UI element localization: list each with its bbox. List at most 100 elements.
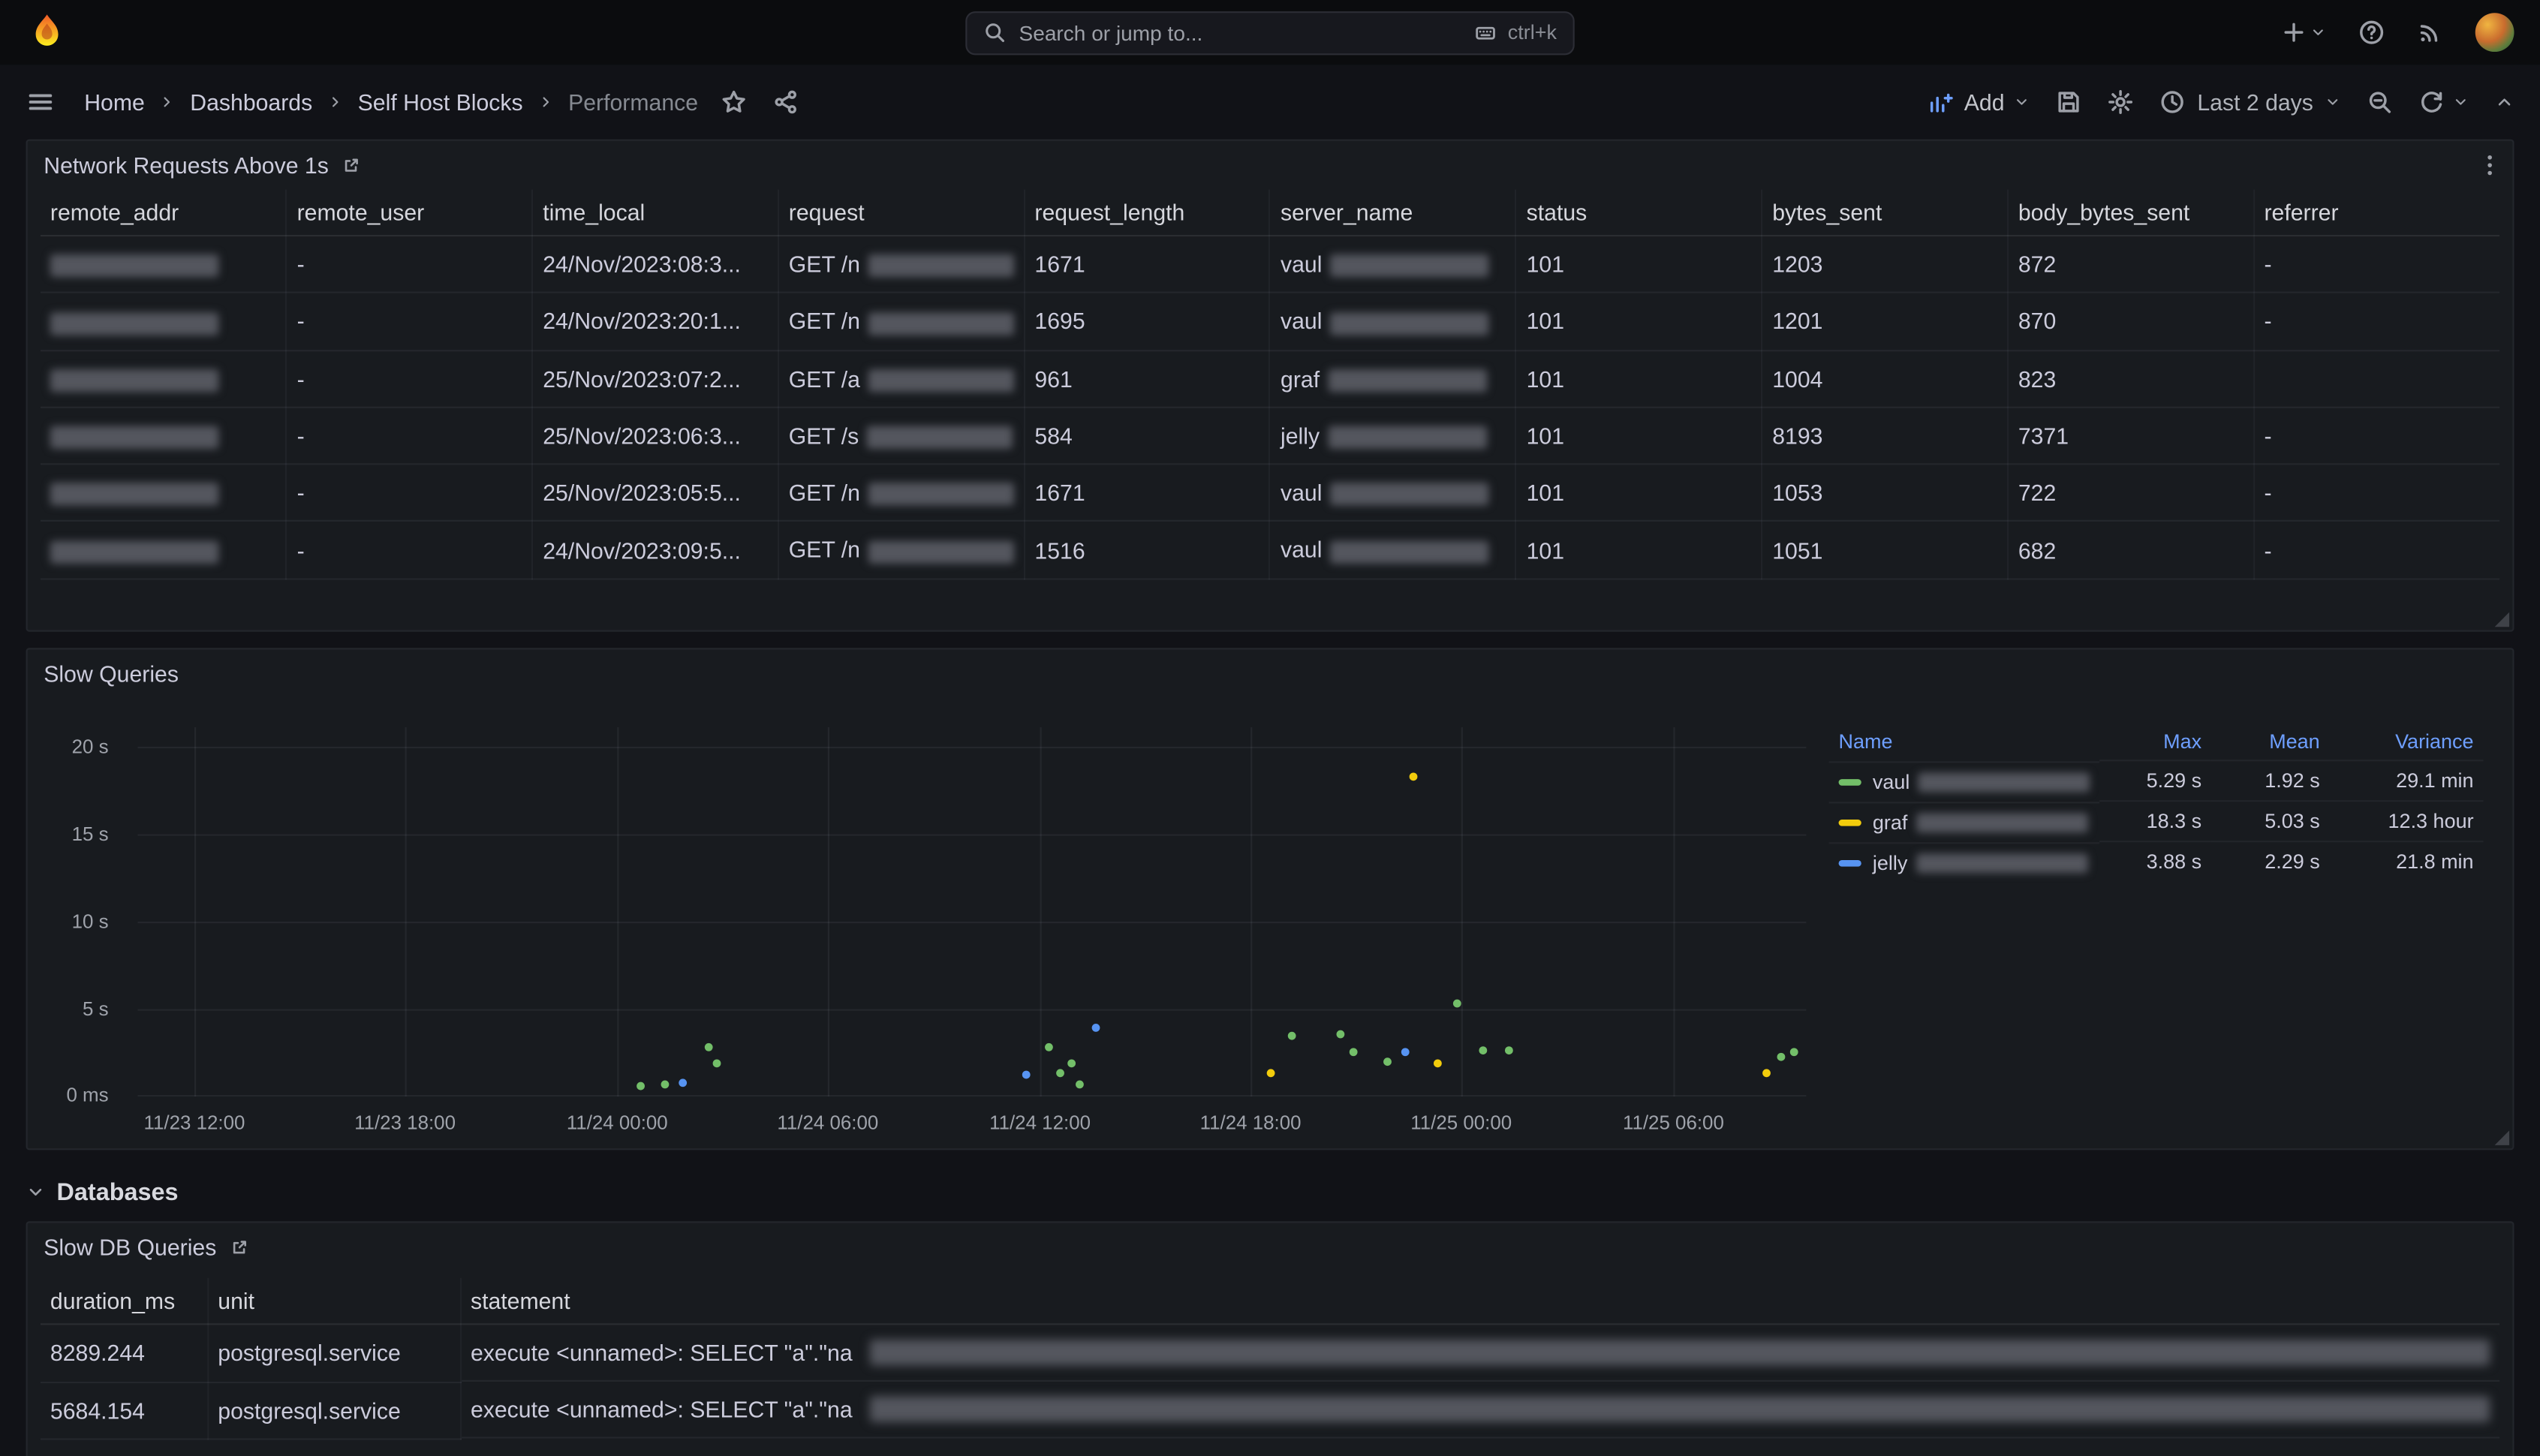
column-header-request_length[interactable]: request_length	[1024, 190, 1270, 236]
legend-header-variance[interactable]: Variance	[2330, 724, 2484, 761]
grafana-logo-icon[interactable]	[26, 11, 68, 53]
cell-bytes-sent: 8193	[1762, 408, 2008, 465]
cell-body-bytes-sent: 872	[2008, 236, 2254, 293]
breadcrumb-self-host-blocks[interactable]: Self Host Blocks	[358, 89, 523, 116]
cell-referrer: -	[2253, 236, 2499, 293]
scatter-point	[1410, 772, 1419, 781]
cell-remote-addr	[41, 465, 287, 522]
scatter-point	[1266, 1069, 1275, 1078]
cell-time-local: 25/Nov/2023:05:5...	[532, 465, 778, 522]
chevron-right-icon	[537, 94, 554, 110]
gridline	[1461, 727, 1463, 1097]
gridline	[405, 727, 407, 1097]
cell-request-length: 1695	[1024, 293, 1270, 350]
redacted-value	[1330, 540, 1489, 563]
share-icon	[772, 89, 799, 116]
column-header-bytes_sent[interactable]: bytes_sent	[1762, 190, 2008, 236]
news-button[interactable]	[2417, 20, 2443, 46]
column-header-request[interactable]: request	[778, 190, 1025, 236]
gridline	[137, 1009, 1806, 1011]
table-row: 8289.244postgresql.serviceexecute <unnam…	[41, 1324, 2499, 1382]
mega-menu-toggle[interactable]	[26, 88, 56, 117]
column-header-unit[interactable]: unit	[207, 1278, 460, 1325]
refresh-interval-button[interactable]	[2453, 94, 2469, 110]
zoom-out-icon	[2367, 89, 2393, 116]
cell-request: GET /s	[778, 408, 1025, 465]
scatter-point	[1453, 999, 1461, 1007]
breadcrumb-dashboards[interactable]: Dashboards	[190, 89, 312, 116]
y-axis-label: 20 s	[72, 736, 109, 758]
cell-remote-user: -	[287, 408, 533, 465]
legend-variance: 12.3 hour	[2330, 801, 2484, 841]
panel-title[interactable]: Slow Queries	[44, 661, 179, 687]
cell-referrer: -	[2253, 522, 2499, 579]
y-axis-label: 5 s	[83, 997, 109, 1020]
legend-header-max[interactable]: Max	[2099, 724, 2211, 761]
external-link-icon[interactable]	[342, 155, 361, 175]
redacted-value	[50, 369, 218, 392]
row-title: Databases	[57, 1178, 179, 1206]
add-panel-button[interactable]: Add	[1928, 89, 2030, 116]
panel-resize-handle[interactable]	[2495, 612, 2509, 627]
new-menu-button[interactable]	[2281, 20, 2326, 46]
external-link-icon[interactable]	[230, 1238, 249, 1257]
search-input[interactable]: Search or jump to... ctrl+k	[965, 11, 1574, 54]
dashboard-row-databases[interactable]: Databases	[26, 1166, 2514, 1218]
column-header-body_bytes_sent[interactable]: body_bytes_sent	[2008, 190, 2254, 236]
user-avatar[interactable]	[2475, 13, 2514, 52]
column-header-duration_ms[interactable]: duration_ms	[41, 1278, 207, 1325]
cell-status: 101	[1516, 522, 1762, 579]
cell-time-local: 24/Nov/2023:20:1...	[532, 293, 778, 350]
panel-resize-handle[interactable]	[2495, 1130, 2509, 1145]
panel-title[interactable]: Slow DB Queries	[44, 1235, 216, 1261]
column-header-statement[interactable]: statement	[460, 1278, 2499, 1325]
cell-text: GET /s	[789, 423, 859, 449]
help-button[interactable]	[2358, 20, 2385, 46]
legend-mean: 1.92 s	[2211, 760, 2330, 801]
grafana-app: Search or jump to... ctrl+k	[0, 0, 2540, 1456]
column-header-remote_user[interactable]: remote_user	[287, 190, 533, 236]
dashboard-settings-button[interactable]	[2108, 89, 2135, 116]
cell-request: GET /n	[778, 236, 1025, 293]
refresh-button[interactable]	[2418, 89, 2445, 116]
table-row: -24/Nov/2023:08:3...GET /n1671vaul101120…	[41, 236, 2499, 293]
column-header-referrer[interactable]: referrer	[2253, 190, 2499, 236]
refresh-icon	[2418, 89, 2445, 116]
legend-header-mean[interactable]: Mean	[2211, 724, 2330, 761]
kebab-menu-icon	[2477, 152, 2503, 179]
time-range-picker[interactable]: Last 2 days	[2160, 89, 2341, 116]
top-navigation: Search or jump to... ctrl+k	[0, 0, 2540, 65]
panel-menu-button[interactable]	[2477, 152, 2503, 179]
cell-statement: execute <unnamed>: SELECT "a"."na	[461, 1325, 2499, 1382]
breadcrumb-current-page: Performance	[568, 89, 698, 116]
cell-text: GET /n	[789, 308, 860, 335]
cell-referrer	[2253, 350, 2499, 407]
breadcrumb-home[interactable]: Home	[84, 89, 145, 116]
save-dashboard-button[interactable]	[2057, 89, 2083, 116]
panel-header: Slow Queries	[28, 649, 2513, 698]
favorite-button[interactable]	[721, 89, 747, 116]
rss-icon	[2417, 20, 2443, 46]
redacted-value	[870, 1396, 2490, 1422]
legend-series-name[interactable]: jelly	[1829, 841, 2099, 882]
legend-header-name[interactable]: Name	[1829, 724, 2099, 761]
add-panel-icon	[1928, 89, 1955, 116]
column-header-server_name[interactable]: server_name	[1270, 190, 1516, 236]
column-header-remote_addr[interactable]: remote_addr	[41, 190, 287, 236]
share-button[interactable]	[772, 89, 799, 116]
gridline	[617, 727, 618, 1097]
column-header-time_local[interactable]: time_local	[532, 190, 778, 236]
legend-series-name[interactable]: vaul	[1829, 760, 2099, 801]
redacted-value	[50, 483, 218, 506]
x-axis-label: 11/25 00:00	[1410, 1112, 1512, 1134]
redacted-value	[1916, 812, 2087, 832]
redacted-value	[1328, 426, 1487, 449]
legend-series-name[interactable]: graf	[1829, 801, 2099, 841]
gridline	[1040, 727, 1042, 1097]
column-header-status[interactable]: status	[1516, 190, 1762, 236]
zoom-out-time-button[interactable]	[2367, 89, 2393, 116]
chevron-up-icon	[2495, 92, 2514, 112]
panel-title[interactable]: Network Requests Above 1s	[44, 152, 329, 179]
redacted-value	[50, 254, 218, 277]
collapse-toolbar-button[interactable]	[2495, 92, 2514, 112]
